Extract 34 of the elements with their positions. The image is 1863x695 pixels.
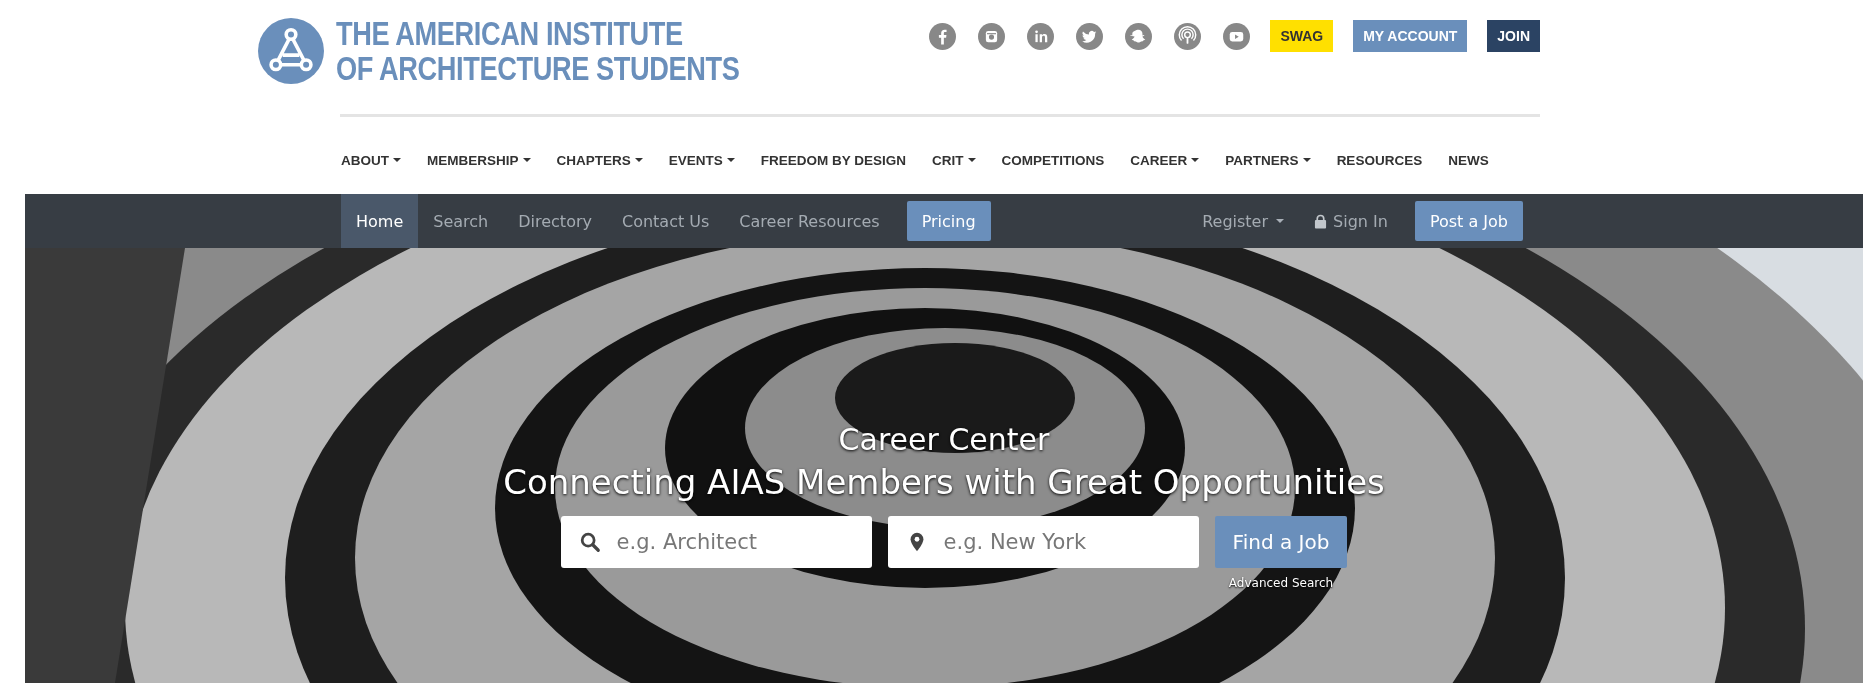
ghost-icon[interactable] — [1125, 22, 1153, 50]
nav-link[interactable]: MEMBERSHIP — [427, 152, 531, 168]
join-button[interactable]: JOIN — [1487, 20, 1540, 52]
nav-tab[interactable]: Career Resources — [724, 194, 895, 248]
podcast-icon[interactable] — [1174, 22, 1202, 50]
keyword-field[interactable]: e.g. Architect — [560, 516, 872, 568]
facebook-icon[interactable] — [929, 22, 957, 50]
lock-icon — [1314, 213, 1328, 229]
nav-link[interactable]: COMPETITIONS — [1001, 152, 1105, 168]
nav-link[interactable]: CRIT — [932, 152, 976, 168]
nav-link[interactable]: FREEDOM BY DESIGN — [760, 152, 907, 168]
location-field[interactable]: e.g. New York — [887, 516, 1199, 568]
nav-tab[interactable]: Directory — [503, 194, 607, 248]
shop-button[interactable]: SWAG — [1270, 20, 1334, 52]
nav-tab[interactable]: Search — [418, 194, 504, 248]
nav-link[interactable]: CAREER — [1130, 152, 1200, 168]
nav-link[interactable]: CHAPTERS — [556, 152, 643, 168]
caret-icon — [1276, 219, 1285, 223]
nav-tab[interactable]: Home — [341, 194, 419, 248]
nav-link[interactable]: EVENTS — [668, 152, 735, 168]
nav-link[interactable]: PARTNERS — [1225, 152, 1311, 168]
sign-in-link[interactable]: Sign In — [1299, 194, 1403, 248]
search-icon — [578, 531, 601, 553]
linkedin-icon[interactable] — [1027, 22, 1055, 50]
logo-icon[interactable] — [258, 18, 324, 84]
nav-tab[interactable]: Contact Us — [606, 194, 725, 248]
play-icon[interactable] — [1223, 22, 1251, 50]
instagram-icon[interactable] — [978, 22, 1006, 50]
nav-link[interactable]: NEWS — [1448, 152, 1489, 168]
hero-title: Career Center — [838, 421, 1050, 459]
register-dropdown[interactable]: Register — [1187, 194, 1300, 248]
nav-link[interactable]: RESOURCES — [1336, 152, 1423, 168]
bird-icon[interactable] — [1076, 22, 1104, 50]
nav-link[interactable]: ABOUT — [341, 152, 401, 168]
